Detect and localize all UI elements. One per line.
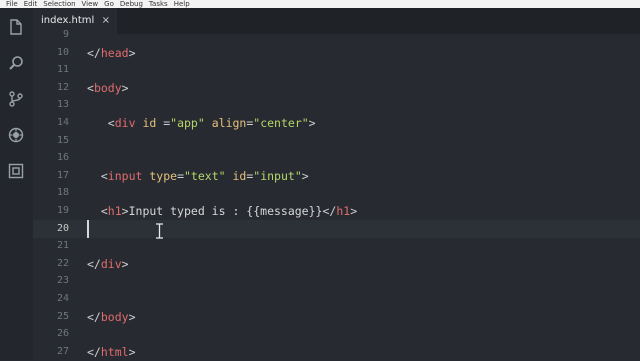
- menu-item[interactable]: Tasks: [149, 0, 168, 8]
- code-text: </html>: [87, 344, 136, 359]
- source-control-icon[interactable]: [8, 91, 24, 107]
- menu-item[interactable]: View: [82, 0, 99, 8]
- line-number: 18: [56, 187, 69, 199]
- code-line[interactable]: 9: [33, 26, 640, 44]
- code-line[interactable]: 25 </body>: [33, 308, 640, 326]
- line-number: 24: [56, 293, 69, 304]
- text-cursor-icon: [155, 223, 164, 239]
- menu-item[interactable]: Edit: [24, 0, 38, 8]
- debug-icon[interactable]: [8, 127, 24, 143]
- code-line[interactable]: 15: [33, 132, 640, 150]
- menu-item[interactable]: Help: [174, 0, 190, 8]
- line-number: 14: [56, 117, 69, 128]
- code-line[interactable]: 23: [33, 272, 640, 290]
- code-line[interactable]: 21: [33, 237, 640, 255]
- line-number: 13: [56, 99, 69, 111]
- search-icon[interactable]: [8, 55, 24, 71]
- code-text: </body>: [87, 309, 136, 324]
- line-number: 23: [56, 275, 69, 287]
- line-number: 27: [56, 345, 69, 357]
- line-number: 25: [56, 310, 69, 322]
- activity-bar: [0, 8, 33, 360]
- code-text: <h1>Input typed is : {{message}}</h1>: [100, 204, 358, 218]
- code-line[interactable]: 17 <input type="text" id="input">: [33, 167, 640, 185]
- line-number: 9: [62, 29, 69, 40]
- line-number: 19: [56, 205, 69, 216]
- line-number: 10: [56, 46, 69, 58]
- code-text: <input type="text" id="input">: [100, 168, 309, 183]
- code-line[interactable]: 13: [33, 96, 640, 114]
- line-number: 22: [56, 257, 69, 269]
- menu-item[interactable]: Selection: [43, 0, 75, 8]
- code-line[interactable]: 19 <h1>Input typed is : {{message}}</h1>: [33, 202, 640, 220]
- explorer-icon[interactable]: [8, 19, 24, 35]
- line-number: 26: [56, 328, 69, 340]
- code-text: </head>: [87, 45, 136, 60]
- line-number: 17: [56, 169, 69, 181]
- menu-bar: File Edit Selection View Go Debug Tasks Help: [0, 0, 640, 8]
- line-number: 12: [56, 81, 69, 93]
- code-line[interactable]: 11: [33, 61, 640, 79]
- menu-item[interactable]: Go: [104, 0, 114, 8]
- line-number: 11: [56, 64, 69, 76]
- code-line[interactable]: 22 </div>: [33, 255, 640, 273]
- code-line[interactable]: 16: [33, 149, 640, 167]
- line-number: 16: [56, 152, 69, 164]
- code-text: <div id ="app" align="center">: [107, 116, 316, 130]
- code-line[interactable]: 14 <div id ="app" align="center">: [33, 114, 640, 132]
- code-line[interactable]: 10 </head>: [33, 44, 640, 62]
- extensions-icon[interactable]: [8, 163, 24, 179]
- code-text: <body>: [87, 80, 129, 95]
- code-line[interactable]: 27 </html>: [33, 343, 640, 361]
- code-line[interactable]: 24: [33, 290, 640, 308]
- menu-item[interactable]: Debug: [120, 0, 143, 8]
- code-editor[interactable]: 9 10 </head> 11 12 <body> 13 14 <div id ="app" …: [33, 29, 640, 361]
- code-line[interactable]: 26: [33, 325, 640, 343]
- line-number: 21: [56, 240, 69, 252]
- text-caret: [87, 219, 89, 238]
- code-line[interactable]: 18: [33, 184, 640, 202]
- menu-item[interactable]: File: [6, 0, 18, 8]
- code-line[interactable]: 12 <body>: [33, 79, 640, 97]
- line-number: 20: [56, 222, 69, 234]
- code-line[interactable]: 20: [33, 219, 640, 238]
- code-text: </div>: [87, 256, 129, 271]
- line-number: 15: [56, 134, 69, 146]
